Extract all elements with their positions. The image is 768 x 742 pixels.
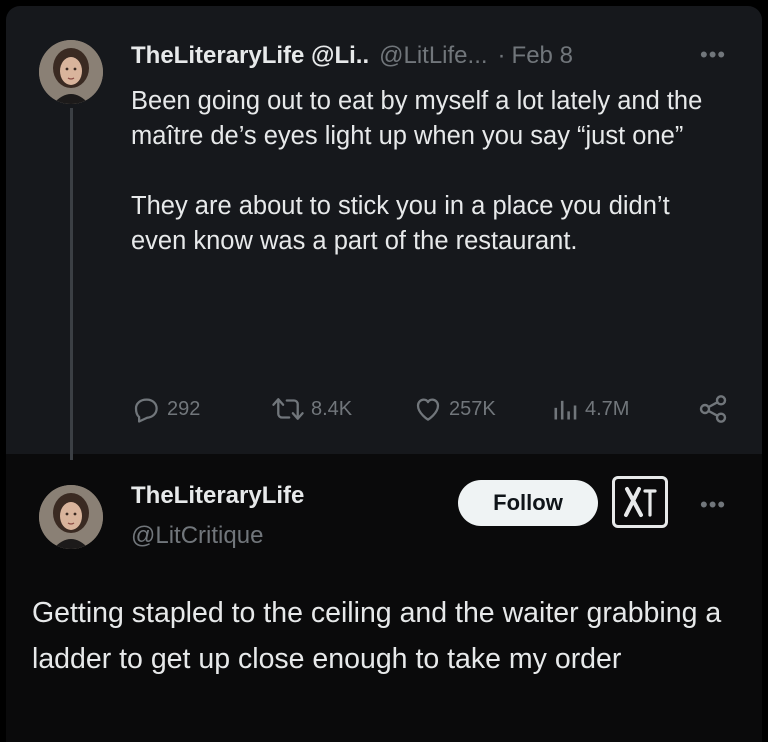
x-logo-icon[interactable]: [612, 476, 668, 528]
tweet-date[interactable]: Feb 8: [512, 42, 573, 70]
author-handle[interactable]: @LitLife...: [379, 42, 487, 70]
avatar[interactable]: [39, 485, 103, 549]
more-options-icon[interactable]: •••: [700, 494, 726, 516]
reply-icon: [134, 398, 158, 423]
author-display-name[interactable]: TheLiteraryLife @Li..: [131, 42, 369, 70]
views-button[interactable]: 4.7M: [551, 392, 629, 426]
share-button[interactable]: [697, 392, 735, 426]
avatar[interactable]: [39, 40, 103, 104]
avatar-portrait-image: [39, 485, 103, 549]
repost-count: 8.4K: [311, 397, 353, 420]
reply-author-display-name[interactable]: TheLiteraryLife: [131, 482, 304, 510]
tweet-paragraph: Been going out to eat by myself a lot la…: [131, 87, 703, 150]
share-icon: [699, 395, 727, 423]
repost-icon: [272, 398, 304, 420]
like-icon: [416, 398, 440, 421]
thread-connector-line: [70, 108, 73, 460]
reply-body: Getting stapled to the ceiling and the w…: [32, 597, 722, 675]
like-button[interactable]: 257K: [413, 392, 496, 426]
follow-button[interactable]: Follow: [458, 480, 598, 526]
views-count: 4.7M: [585, 397, 630, 420]
reply-count: 292: [167, 397, 201, 420]
avatar-portrait-image: [39, 40, 103, 104]
header-separator: ·: [497, 42, 506, 69]
tweet-actions-bar: 292 8.4K 257K 4.7M: [131, 392, 737, 426]
tweet-paragraph: They are about to stick you in a place y…: [131, 192, 670, 255]
like-count: 257K: [449, 397, 496, 420]
reply-button[interactable]: 292: [131, 392, 200, 426]
reply-author-handle[interactable]: @LitCritique: [131, 522, 263, 550]
more-options-icon[interactable]: •••: [700, 44, 726, 66]
screenshot-frame: TheLiteraryLife @Li.. @LitLife... · Feb …: [0, 0, 768, 742]
tweet-header: TheLiteraryLife @Li.. @LitLife... · Feb …: [131, 40, 573, 72]
repost-button[interactable]: 8.4K: [271, 392, 352, 426]
tweet-body: Been going out to eat by myself a lot la…: [131, 84, 731, 259]
views-icon: [554, 400, 577, 420]
